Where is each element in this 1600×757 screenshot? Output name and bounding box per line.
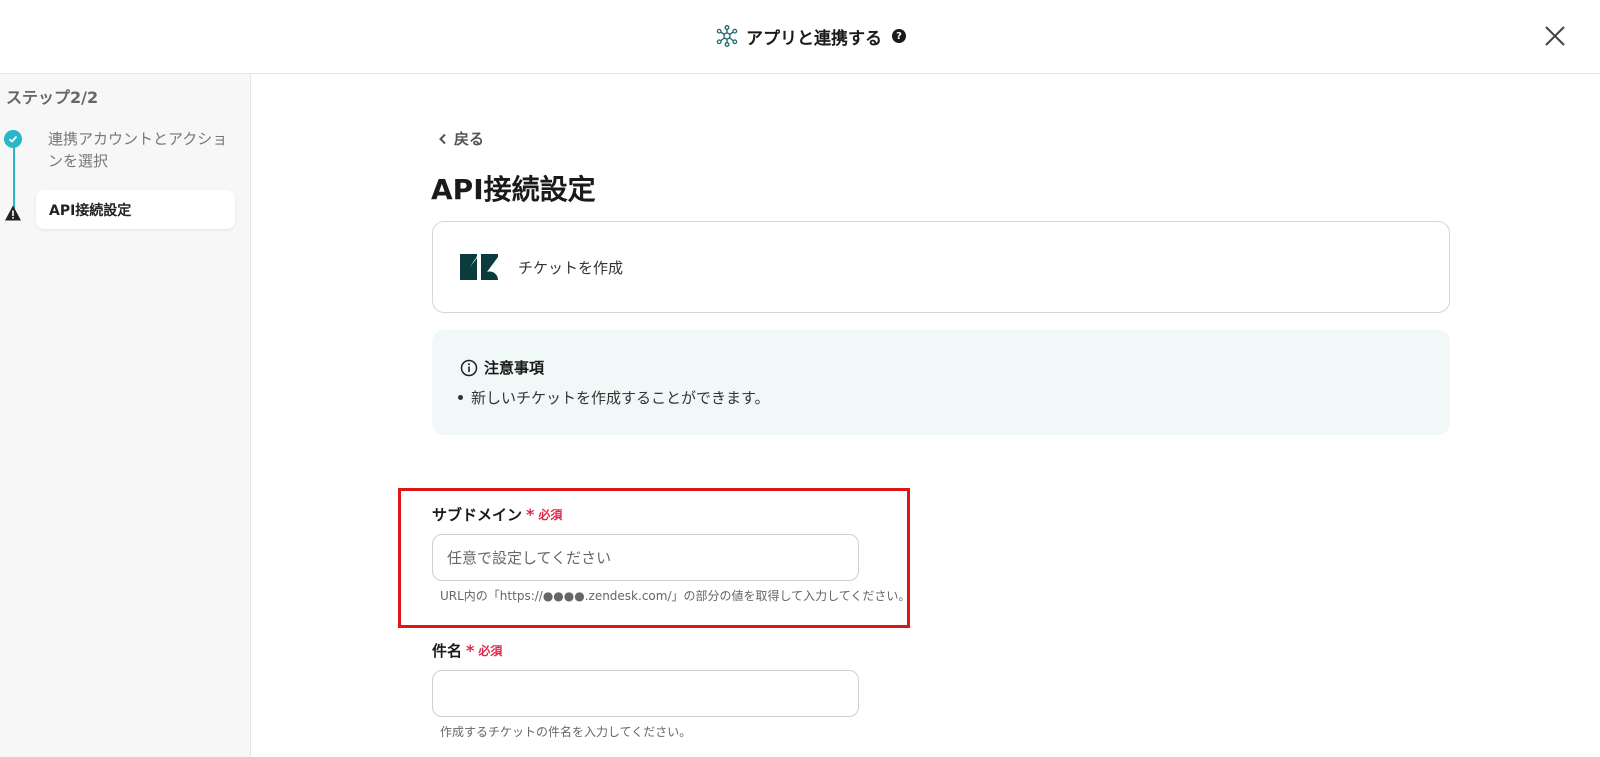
notice-item-text: 新しいチケットを作成することができます。 bbox=[471, 389, 770, 407]
subject-label: 件名 * 必須 bbox=[432, 640, 502, 661]
notice-box: 注意事項 新しいチケットを作成することができます。 bbox=[432, 330, 1450, 435]
notice-item: 新しいチケットを作成することができます。 bbox=[458, 387, 770, 408]
action-name: チケットを作成 bbox=[518, 259, 624, 277]
header-title: アプリと連携する ? bbox=[716, 22, 906, 50]
question-circle-icon[interactable]: ? bbox=[892, 29, 906, 43]
warning-icon bbox=[5, 205, 21, 221]
info-icon bbox=[460, 359, 478, 376]
subject-input[interactable] bbox=[432, 670, 859, 717]
page-title: API接続設定 bbox=[431, 173, 596, 206]
check-circle-icon bbox=[4, 130, 22, 148]
back-link[interactable]: 戻る bbox=[438, 128, 484, 149]
sidebar-step-api-settings[interactable]: API接続設定 bbox=[36, 190, 235, 229]
required-star: * bbox=[526, 505, 535, 524]
subdomain-hint: URL内の「https://●●●●.zendesk.com/」の部分の値を取得… bbox=[440, 589, 911, 603]
zendesk-logo bbox=[460, 254, 498, 280]
action-card: チケットを作成 bbox=[432, 221, 1450, 313]
subject-hint: 作成するチケットの件名を入力してください。 bbox=[440, 725, 692, 739]
close-icon[interactable] bbox=[1541, 22, 1569, 50]
subdomain-label: サブドメイン * 必須 bbox=[432, 504, 562, 525]
subject-label-text: 件名 bbox=[432, 642, 463, 660]
notice-title: 注意事項 bbox=[484, 359, 545, 377]
subdomain-label-text: サブドメイン bbox=[432, 506, 523, 524]
notice-header: 注意事項 bbox=[460, 357, 544, 378]
bullet bbox=[458, 395, 463, 400]
back-label: 戻る bbox=[454, 130, 485, 148]
modal-header: アプリと連携する ? bbox=[0, 0, 1600, 74]
app-integration-icon bbox=[716, 25, 738, 47]
subdomain-input[interactable] bbox=[432, 534, 859, 581]
required-star: * bbox=[466, 641, 475, 660]
header-title-text: アプリと連携する bbox=[746, 28, 882, 49]
sidebar-step-select-account[interactable]: 連携アカウントとアクションを選択 bbox=[48, 128, 228, 172]
required-badge: 必須 bbox=[538, 508, 563, 522]
step-counter: ステップ2/2 bbox=[6, 88, 99, 107]
close-button[interactable] bbox=[1541, 22, 1569, 50]
step-sidebar: ステップ2/2 連携アカウントとアクションを選択 API接続設定 bbox=[0, 74, 251, 757]
chevron-left-icon bbox=[439, 133, 446, 144]
required-badge: 必須 bbox=[478, 644, 503, 658]
